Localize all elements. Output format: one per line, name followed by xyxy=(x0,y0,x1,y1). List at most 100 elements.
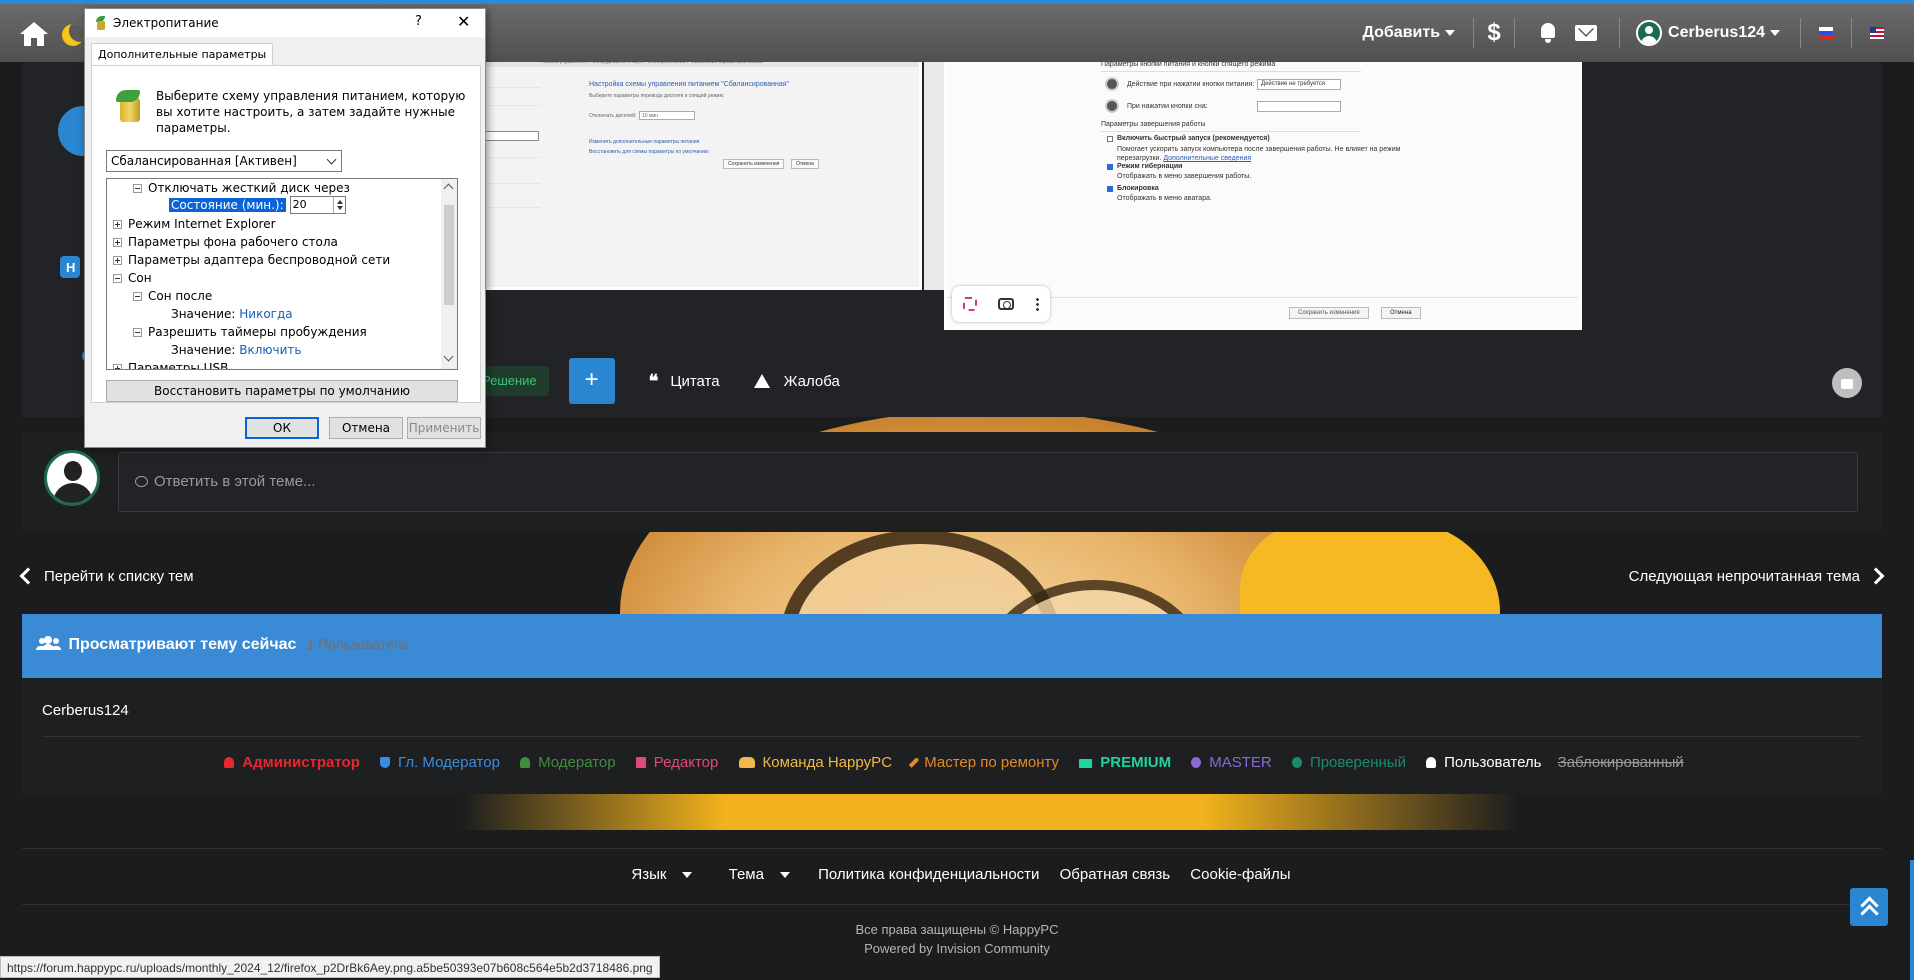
chevron-up-icon[interactable] xyxy=(443,183,454,194)
wake-timers-value[interactable]: Включить xyxy=(239,343,301,357)
reply-input[interactable]: Ответить в этой теме... xyxy=(118,452,1858,512)
expand-icon[interactable] xyxy=(113,256,122,265)
group-user: Пользователь xyxy=(1422,754,1545,771)
add-button[interactable]: + xyxy=(568,358,615,404)
close-button[interactable]: ✕ xyxy=(457,12,470,31)
tree-item-usb[interactable]: Параметры USB xyxy=(113,359,228,369)
dialog-titlebar[interactable]: Электропитание ? ✕ xyxy=(85,9,485,37)
display-off-select[interactable]: 10 мин xyxy=(639,111,695,120)
next-topic-link[interactable]: Следующая непрочитанная тема xyxy=(1629,567,1885,585)
moon-icon[interactable] xyxy=(62,24,84,46)
tab-advanced-settings[interactable]: Дополнительные параметры xyxy=(91,43,274,65)
like-button[interactable] xyxy=(1832,368,1862,398)
tree-item-ie-mode[interactable]: Режим Internet Explorer xyxy=(113,215,276,233)
tree-item-sleep[interactable]: Сон xyxy=(113,269,152,287)
text-select-icon[interactable] xyxy=(962,297,977,311)
avatar[interactable] xyxy=(1636,20,1663,46)
scrollbar-thumb[interactable] xyxy=(444,205,454,305)
add-menu[interactable]: Добавить xyxy=(1363,24,1456,42)
lock-label: Блокировка xyxy=(1117,185,1159,192)
advanced-settings-link[interactable]: Изменить дополнительные параметры питани… xyxy=(589,139,699,145)
tree-item-state[interactable]: Состояние (мин.): 20 xyxy=(169,196,346,214)
footer-privacy[interactable]: Политика конфиденциальности xyxy=(818,866,1039,883)
collapse-icon[interactable] xyxy=(113,274,122,283)
divider xyxy=(42,736,1862,737)
nav-line xyxy=(481,105,541,106)
footer-theme[interactable]: Тема xyxy=(721,866,798,883)
settings-tree[interactable]: Отключать жесткий диск через Состояние (… xyxy=(106,178,458,370)
help-button[interactable]: ? xyxy=(415,14,422,29)
expand-icon[interactable] xyxy=(113,238,122,247)
chevron-down-icon[interactable] xyxy=(443,351,454,362)
cancel-button[interactable]: Отмена xyxy=(1381,307,1421,319)
prev-topic-link[interactable]: Перейти к списку тем xyxy=(19,567,194,585)
star-icon xyxy=(1191,757,1202,768)
add-menu-label: Добавить xyxy=(1362,24,1441,41)
tree-item-sleep-after[interactable]: Сон после xyxy=(133,287,212,305)
users-icon xyxy=(40,636,60,650)
lock-checkbox[interactable] xyxy=(1107,186,1113,192)
sleep-after-value[interactable]: Никогда xyxy=(239,307,292,321)
expand-icon[interactable] xyxy=(113,364,122,369)
tree-item-sleep-after-value[interactable]: Значение: Никогда xyxy=(171,305,293,323)
caret-down-icon xyxy=(1770,29,1780,36)
power-scheme-select[interactable]: Сбалансированная [Активен] xyxy=(106,150,342,172)
tree-scrollbar[interactable] xyxy=(441,179,457,369)
more-info-link[interactable]: Дополнительные сведения xyxy=(1163,155,1251,162)
quote-icon: ❝ xyxy=(648,370,659,391)
hibernate-checkbox[interactable] xyxy=(1107,164,1113,170)
group-premium-label: PREMIUM xyxy=(1100,754,1172,771)
quote-button[interactable]: ❝ Цитата xyxy=(649,371,720,392)
spin-arrows[interactable] xyxy=(332,197,345,213)
tree-item-desktop-bg[interactable]: Параметры фона рабочего стола xyxy=(113,233,338,251)
group-master2-label: MASTER xyxy=(1209,754,1272,771)
group-legend: Администратор Гл. Модератор Модератор Ре… xyxy=(22,754,1882,771)
restore-defaults-link[interactable]: Восстановить для схемы параметры по умол… xyxy=(589,149,709,155)
state-value: 20 xyxy=(292,198,307,211)
collapse-icon[interactable] xyxy=(133,184,142,193)
more-vertical-icon[interactable] xyxy=(1036,297,1040,311)
tree-item-wireless[interactable]: Параметры адаптера беспроводной сети xyxy=(113,251,390,269)
group-team-label: Команда HappyPC xyxy=(762,754,893,771)
embedded-screenshot-control-panel[interactable]: Панель управления > Оборудование и звук … xyxy=(478,54,922,290)
flag-us-icon[interactable] xyxy=(1870,27,1884,39)
save-changes-button[interactable]: Сохранить изменения xyxy=(1289,307,1369,319)
footer-feedback[interactable]: Обратная связь xyxy=(1060,866,1171,883)
home-icon[interactable] xyxy=(20,22,48,48)
scroll-to-top-button[interactable] xyxy=(1850,888,1888,926)
collapse-icon[interactable] xyxy=(133,292,142,301)
dollar-icon[interactable]: $ xyxy=(1480,19,1508,47)
user-menu[interactable]: Cerberus124 xyxy=(1668,24,1780,42)
ok-button[interactable]: ОК xyxy=(245,417,319,439)
flag-ru-icon[interactable] xyxy=(1819,27,1833,39)
mail-icon[interactable] xyxy=(1575,25,1598,41)
sleep-button-select[interactable] xyxy=(1257,101,1341,112)
tree-label: Отключать жесткий диск через xyxy=(148,181,350,195)
tree-item-wake-timers[interactable]: Разрешить таймеры пробуждения xyxy=(133,323,367,341)
tree-item-disk-off[interactable]: Отключать жесткий диск через xyxy=(133,179,350,197)
footer-cookies[interactable]: Cookie-файлы xyxy=(1190,866,1290,883)
report-button[interactable]: Жалоба xyxy=(753,373,840,390)
tree-item-wake-timers-value[interactable]: Значение: Включить xyxy=(171,341,301,359)
battery-plug-icon xyxy=(114,90,146,124)
sidebar-badge[interactable]: Н xyxy=(60,256,80,278)
group-global-moderator: Гл. Модератор xyxy=(376,754,504,771)
cancel-button[interactable]: Отмена xyxy=(329,417,403,439)
power-button-select[interactable]: Действие не требуется xyxy=(1257,79,1341,90)
reply-placeholder: Ответить в этой теме... xyxy=(154,473,316,490)
restore-defaults-button[interactable]: Восстановить параметры по умолчанию xyxy=(106,380,458,402)
expand-icon[interactable] xyxy=(113,220,122,229)
fast-startup-checkbox[interactable] xyxy=(1107,136,1113,142)
divider xyxy=(22,848,1882,849)
state-spinbox[interactable]: 20 xyxy=(289,196,346,214)
viewer-username[interactable]: Cerberus124 xyxy=(42,702,129,719)
cancel-button[interactable]: Отмена xyxy=(791,159,819,169)
footer-language[interactable]: Язык xyxy=(623,866,700,883)
bell-icon[interactable] xyxy=(1539,23,1557,43)
camera-icon[interactable] xyxy=(998,298,1015,310)
save-changes-button[interactable]: Сохранить изменения xyxy=(723,159,785,169)
collapse-icon[interactable] xyxy=(133,328,142,337)
group-mod-label: Модератор xyxy=(538,754,616,771)
apply-button[interactable]: Применить xyxy=(407,417,481,439)
scheme-heading: Настройка схемы управления питанием "Сба… xyxy=(589,81,790,88)
